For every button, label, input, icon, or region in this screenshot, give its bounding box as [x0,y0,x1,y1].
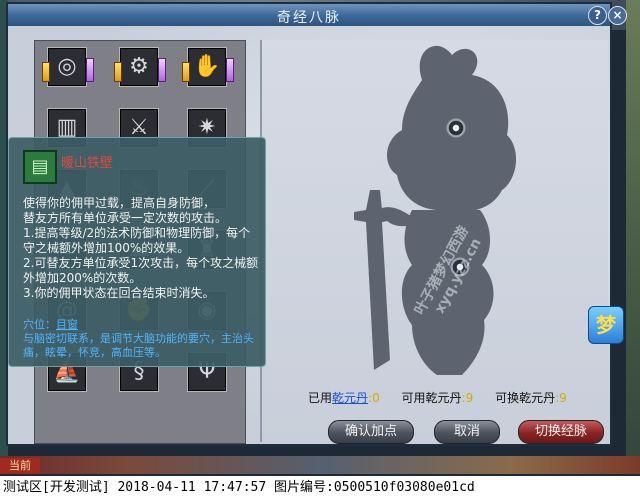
armor-icon: ▤ [23,150,57,184]
skill-tooltip: ▤ 暖山铁壁 使得你的佣甲过载，提高自身防御， 替友方所有单位承受一定次数的攻击… [8,137,266,367]
exchangeable-label: 可换乾元丹 [495,391,556,405]
status-bar: 测试区[开发测试] 2018-04-11 17:47:57 图片编号:05005… [0,476,640,500]
acupoint-head[interactable] [445,117,467,139]
skill-name: 暖山铁壁 [61,156,114,171]
acupoint-text: 与脑密切联系，是调节大脑功能的要穴，主治头痛，眩晕，怀竞，高血压等。 [23,332,254,359]
used-label: 已用 [308,391,333,405]
available-label: 可用乾元丹 [401,391,462,405]
qianyuan-stats: 已用乾元丹:0 可用乾元丹:9 可换乾元丹:9 [308,389,585,406]
character-silhouette [354,45,517,375]
cancel-button[interactable]: 取消 [434,420,500,444]
meridian-figure-panel: 叶子猪梦幻西游 xyq.yzz.cn [260,40,608,442]
lock-icon [114,62,122,82]
skill-slot[interactable]: ◎ [42,47,94,87]
skill-description: 使得你的佣甲过载，提高自身防御， 替友方所有单位承受一定次数的攻击。 1.提高等… [23,196,259,300]
lock-icon [182,62,190,82]
acupoint-label: 穴位： [23,318,56,331]
exchangeable-value: :9 [555,391,567,405]
close-button[interactable]: × [608,6,627,25]
hud-strip [0,456,640,474]
acupoint-name: 目窗 [56,318,78,331]
switch-meridian-button[interactable]: 切换经脉 [518,420,604,444]
eye-icon: ◎ [57,54,77,79]
window-title: 奇经八脉 [277,10,341,26]
qianyuan-link[interactable]: 乾元丹 [332,391,368,405]
acupoint-info: 穴位：目窗 与脑密切联系，是调节大脑功能的要穴，主治头痛，眩晕，怀竞，高血压等。 [23,318,261,360]
skill-slot[interactable]: ✋ [182,47,234,87]
confirm-points-button[interactable]: 确认加点 [328,420,414,444]
lock-icon [42,62,50,82]
gem-icon [86,58,94,82]
dream-badge-icon[interactable]: 梦 [588,306,624,344]
game-world-right [626,0,640,470]
window-titlebar[interactable]: 奇经八脉 ? × [8,4,627,27]
current-tab[interactable]: 当前 [0,458,40,474]
magnifier-icon: ⚙ [129,54,149,79]
gem-icon [158,58,166,82]
gem-icon [226,58,234,82]
meridian-window: 奇经八脉 ? × ◎⚙✋▥⚔✷▲♨⟋≋☁♜@✊◉⛵§Ψ 叶子猪梦幻西游 xyq.… [6,2,627,446]
available-value: :9 [461,391,474,405]
hand-icon: ✋ [193,54,221,79]
skill-slot[interactable]: ⚙ [114,47,166,87]
used-value: :0 [368,391,380,405]
help-button[interactable]: ? [588,6,607,25]
